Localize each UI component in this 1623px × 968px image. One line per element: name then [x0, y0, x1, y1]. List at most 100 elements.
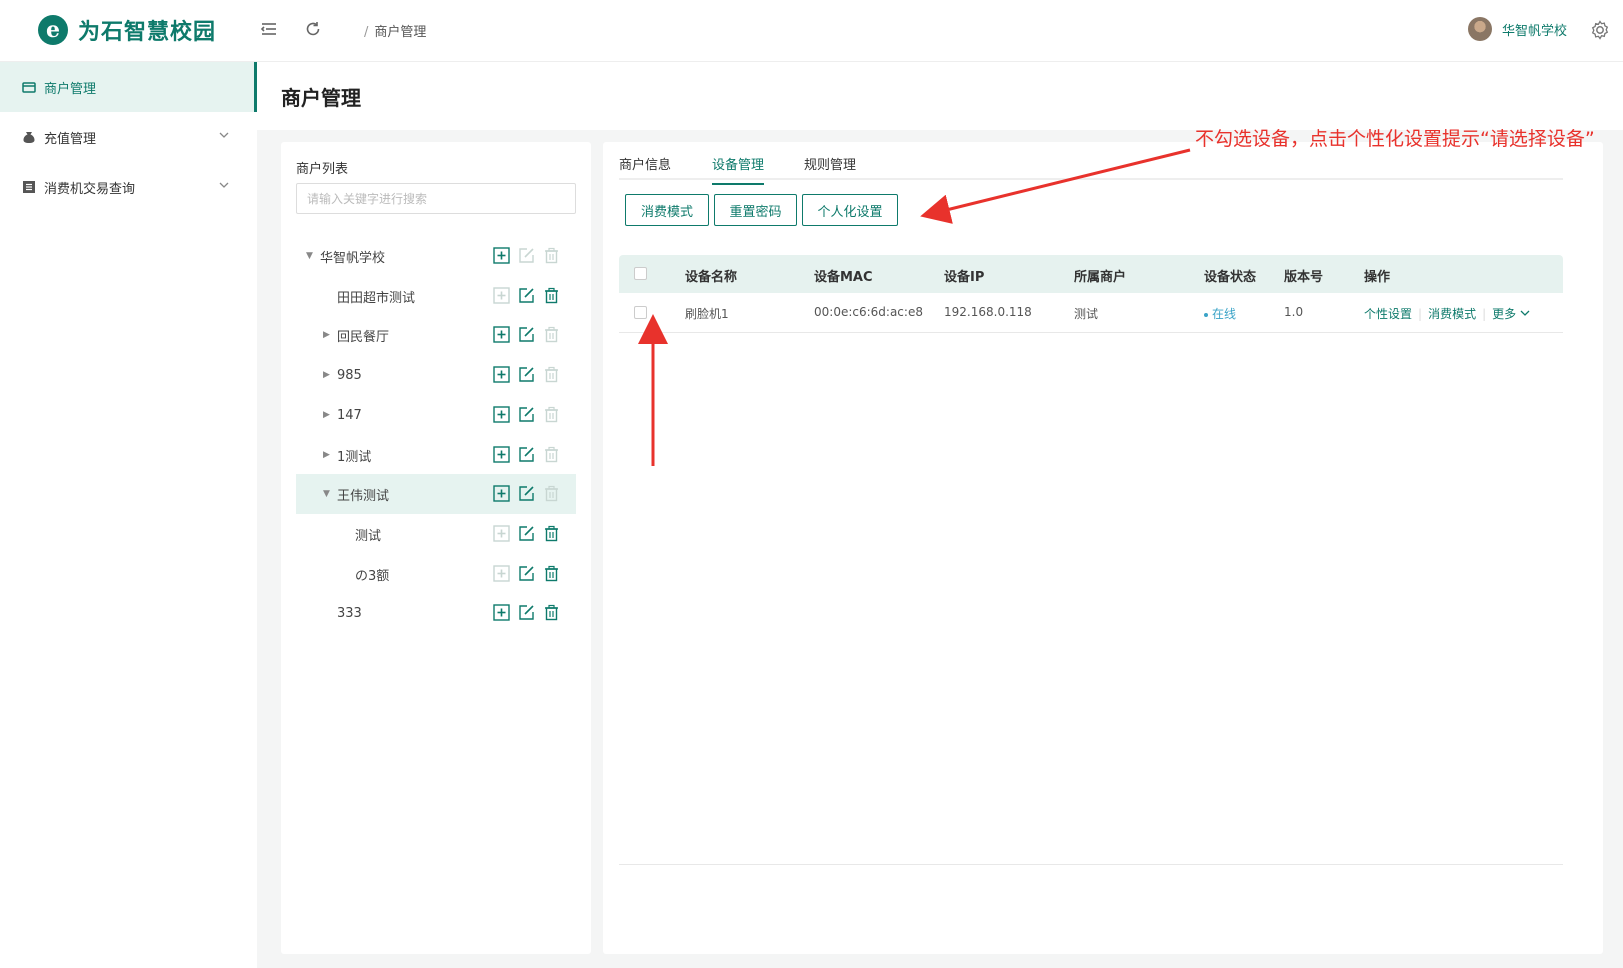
tree-node[interactable]: の3额: [296, 554, 576, 594]
col-device-mac[interactable]: 设备MAC: [814, 266, 873, 285]
row-checkbox[interactable]: [634, 306, 647, 319]
tree-node[interactable]: ▼ 华智帆学校: [296, 236, 576, 276]
edit-icon[interactable]: [518, 326, 535, 343]
table-row[interactable]: 刷脸机1 00:0e:c6:6d:ac:e8 192.168.0.118 测试 …: [619, 293, 1563, 333]
tab-device-management[interactable]: 设备管理: [712, 154, 765, 185]
col-status[interactable]: 设备状态: [1204, 266, 1256, 285]
avatar[interactable]: [1467, 17, 1492, 41]
delete-icon[interactable]: [543, 287, 560, 304]
caret-down-icon[interactable]: ▼: [323, 489, 330, 499]
select-all-checkbox[interactable]: [634, 267, 647, 280]
tree-node-actions: [493, 247, 576, 265]
edit-icon[interactable]: [518, 525, 535, 542]
tree-node-label[interactable]: 华智帆学校: [320, 247, 385, 266]
menu-fold-icon[interactable]: [258, 20, 280, 42]
add-icon[interactable]: [493, 247, 510, 264]
cell-actions: 个性设置 | 消费模式 | 更多: [1364, 305, 1530, 322]
status-text: 在线: [1212, 307, 1237, 321]
tree-node-label[interactable]: 333: [337, 606, 362, 621]
tree-node[interactable]: 田田超市测试: [296, 276, 576, 316]
add-icon[interactable]: [493, 446, 510, 463]
settings-icon[interactable]: [1589, 19, 1613, 43]
caret-right-icon[interactable]: ▶: [323, 450, 330, 460]
breadcrumb-current[interactable]: 商户管理: [374, 25, 426, 40]
sidebar-item-transactions[interactable]: 消费机交易查询: [0, 162, 257, 212]
more-dropdown[interactable]: 更多: [1492, 307, 1530, 321]
tree-node-label[interactable]: の3额: [355, 565, 389, 584]
divider: |: [1418, 307, 1423, 321]
tree-node[interactable]: ▶ 回民餐厅: [296, 315, 576, 355]
tree-node[interactable]: 333: [296, 593, 576, 633]
chevron-down-icon: [219, 129, 229, 143]
consume-mode-link[interactable]: 消费模式: [1428, 307, 1476, 321]
refresh-icon[interactable]: [302, 20, 324, 42]
col-merchant[interactable]: 所属商户: [1074, 266, 1126, 285]
tree-node[interactable]: ▶ 985: [296, 355, 576, 395]
add-icon[interactable]: [493, 326, 510, 343]
col-version[interactable]: 版本号: [1284, 266, 1323, 285]
tab-rule-management[interactable]: 规则管理: [804, 154, 856, 183]
edit-icon[interactable]: [518, 604, 535, 621]
delete-icon[interactable]: [543, 525, 560, 542]
tree-node-label[interactable]: 985: [337, 368, 362, 383]
delete-icon: [543, 366, 560, 383]
sidebar-item-label: 消费机交易查询: [44, 181, 136, 197]
tree-node[interactable]: ▶ 1测试: [296, 435, 576, 475]
tree-node-actions: [493, 604, 576, 622]
search-input[interactable]: [296, 183, 576, 214]
tree-node[interactable]: ▼ 王伟测试: [296, 474, 576, 514]
edit-icon[interactable]: [518, 406, 535, 423]
add-icon: [493, 525, 510, 542]
tree-node-actions: [493, 446, 576, 464]
add-icon: [493, 565, 510, 582]
personal-settings-button[interactable]: 个人化设置: [802, 194, 898, 226]
delete-icon: [543, 247, 560, 264]
add-icon[interactable]: [493, 485, 510, 502]
add-icon[interactable]: [493, 366, 510, 383]
tree-node[interactable]: 测试: [296, 514, 576, 554]
tree-node-label[interactable]: 回民餐厅: [337, 326, 389, 345]
add-icon[interactable]: [493, 406, 510, 423]
edit-icon[interactable]: [518, 446, 535, 463]
cell-device-name: 刷脸机1: [685, 307, 729, 321]
tree-node-label[interactable]: 1测试: [337, 446, 371, 465]
caret-right-icon[interactable]: ▶: [323, 370, 330, 380]
status-dot-icon: [1204, 312, 1208, 317]
edit-icon: [518, 247, 535, 264]
col-device-ip[interactable]: 设备IP: [944, 266, 984, 285]
money-bag-icon: [23, 132, 35, 143]
tab-merchant-info[interactable]: 商户信息: [619, 154, 671, 183]
add-icon[interactable]: [493, 604, 510, 621]
consume-mode-button[interactable]: 消费模式: [625, 194, 709, 226]
delete-icon: [543, 326, 560, 343]
cell-version: 1.0: [1284, 305, 1304, 319]
reset-password-button[interactable]: 重置密码: [714, 194, 797, 226]
tree-node-label[interactable]: 王伟测试: [337, 485, 389, 504]
edit-icon[interactable]: [518, 366, 535, 383]
tree-node-label[interactable]: 田田超市测试: [337, 287, 415, 306]
edit-icon[interactable]: [518, 287, 535, 304]
tree-node-label[interactable]: 测试: [355, 525, 381, 544]
user-name[interactable]: 华智帆学校: [1502, 20, 1567, 39]
caret-down-icon[interactable]: ▼: [306, 251, 313, 261]
delete-icon: [543, 446, 560, 463]
sidebar-item-recharge[interactable]: 充值管理: [0, 112, 257, 162]
edit-icon[interactable]: [518, 485, 535, 502]
tree-node-actions: [493, 326, 576, 344]
app-logo[interactable]: e 为石智慧校园: [38, 14, 216, 46]
shop-icon: [22, 82, 36, 93]
tree-node[interactable]: ▶ 147: [296, 395, 576, 435]
edit-icon[interactable]: [518, 565, 535, 582]
caret-right-icon[interactable]: ▶: [323, 410, 330, 420]
personal-setting-link[interactable]: 个性设置: [1364, 307, 1412, 321]
page-title: 商户管理: [281, 86, 361, 110]
delete-icon[interactable]: [543, 565, 560, 582]
tree-node-label[interactable]: 147: [337, 408, 362, 423]
sidebar-item-merchant[interactable]: 商户管理: [0, 62, 257, 112]
caret-right-icon[interactable]: ▶: [323, 330, 330, 340]
col-device-name[interactable]: 设备名称: [685, 266, 737, 285]
delete-icon[interactable]: [543, 604, 560, 621]
cell-merchant: 测试: [1074, 307, 1099, 321]
merchant-list-title: 商户列表: [296, 162, 349, 177]
user-menu[interactable]: 华智帆学校: [1467, 17, 1567, 41]
